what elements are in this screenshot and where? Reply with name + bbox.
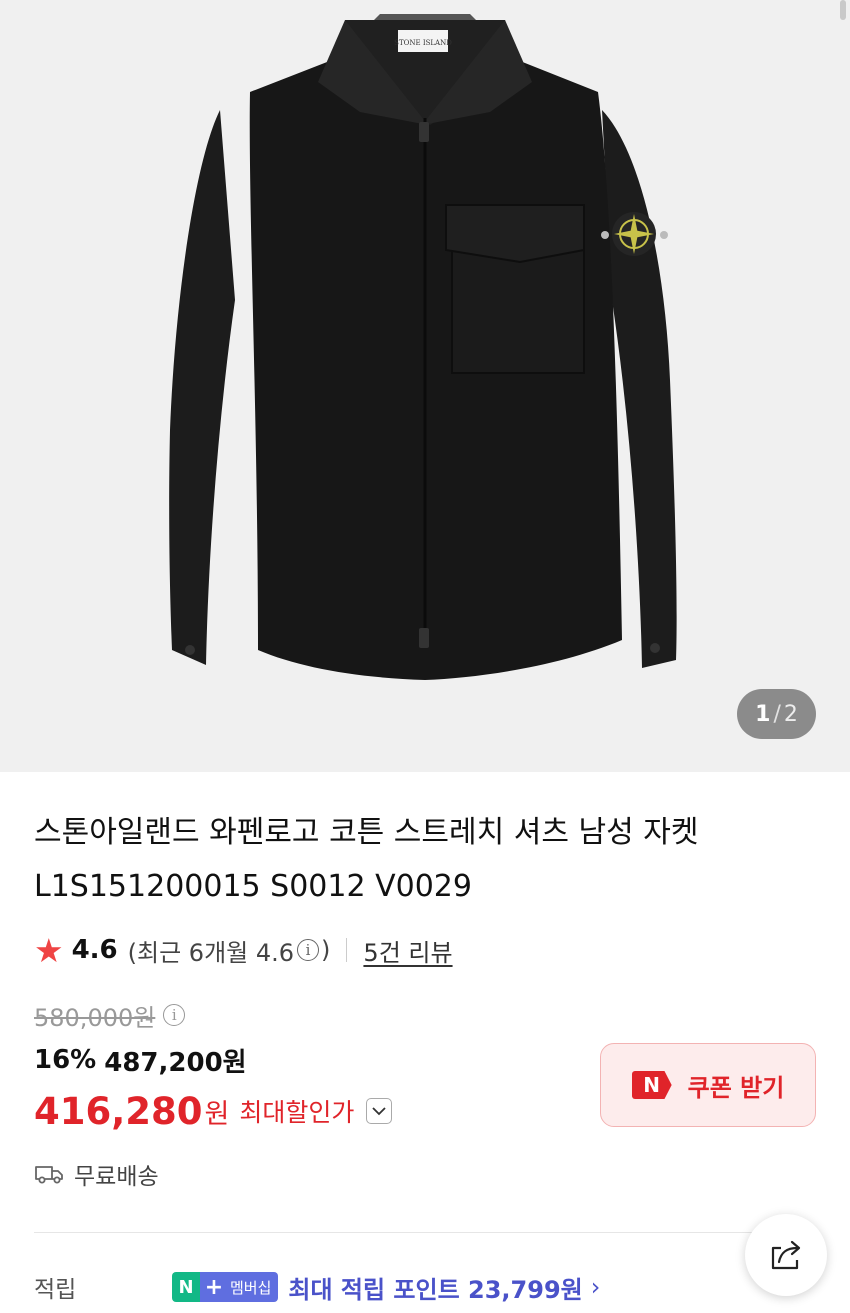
naver-plus-membership-badge: N + 멤버십 [172, 1272, 279, 1302]
scrollbar[interactable] [840, 0, 846, 20]
max-discount-row[interactable]: 416,280 원 최대할인가 [34, 1084, 393, 1138]
rating-row: ★ 4.6 (최근 6개월 4.6 i ) 5건 리뷰 [34, 928, 453, 972]
reviews-link[interactable]: 5건 리뷰 [363, 933, 452, 968]
image-counter-separator: / [773, 701, 781, 727]
max-discount-amount: 416,280 [34, 1089, 203, 1133]
coupon-label: 쿠폰 받기 [687, 1073, 785, 1102]
product-title: 스톤아일랜드 와펜로고 코튼 스트레치 셔츠 남성 자켓 L1S15120001… [34, 806, 794, 914]
divider [346, 938, 348, 962]
get-coupon-button[interactable]: N 쿠폰 받기 [600, 1043, 816, 1127]
chevron-right-icon: › [590, 1273, 601, 1301]
naver-n-icon: N [631, 1071, 672, 1099]
share-button[interactable] [745, 1214, 827, 1296]
divider [34, 1232, 816, 1233]
discounted-price: 487,200원 [104, 1047, 247, 1078]
original-price: 580,000원 [34, 1003, 156, 1032]
shipping-label: 무료배송 [74, 1164, 159, 1190]
product-title-line1: 스톤아일랜드 와펜로고 코튼 스트레치 셔츠 남성 자켓 [34, 815, 699, 850]
plus-icon: + [200, 1272, 228, 1302]
info-icon[interactable]: i [297, 939, 320, 961]
original-price-row: 580,000원 i [34, 995, 187, 1035]
points-row[interactable]: 적립 N + 멤버십 최대 적립 포인트 23,799원 › [34, 1264, 600, 1310]
discount-percent: 16% [34, 1045, 97, 1075]
naver-n-icon: N [172, 1272, 200, 1302]
truck-icon [35, 1166, 63, 1184]
star-icon: ★ [34, 930, 64, 970]
chevron-down-icon[interactable] [366, 1098, 393, 1124]
image-counter-current: 1 [755, 701, 771, 727]
product-image-gallery[interactable]: STONE ISLAND 1 / 2 [0, 0, 850, 772]
svg-text:STONE ISLAND: STONE ISLAND [394, 39, 452, 47]
price-info-icon[interactable]: i [163, 1004, 186, 1026]
recent-rating-text: (최근 6개월 4.6 [127, 938, 295, 967]
rating-score: 4.6 [71, 935, 118, 965]
max-discount-label: 최대할인가 [239, 1098, 355, 1127]
recent-rating-close: ) [321, 936, 331, 964]
image-counter-total: 2 [783, 701, 798, 727]
discount-price-row: 16% 487,200원 [34, 1040, 247, 1080]
product-title-line2: L1S151200015 S0012 V0029 [34, 869, 472, 904]
max-discount-unit: 원 [204, 1098, 230, 1130]
product-image: STONE ISLAND [169, 14, 677, 680]
share-icon [771, 1240, 801, 1270]
shipping-row: 무료배송 [34, 1152, 159, 1196]
points-label: 적립 [34, 1277, 77, 1303]
image-counter: 1 / 2 [737, 689, 816, 739]
membership-label: 멤버십 [228, 1272, 279, 1302]
max-points-text: 최대 적립 포인트 23,799원 [288, 1275, 583, 1304]
